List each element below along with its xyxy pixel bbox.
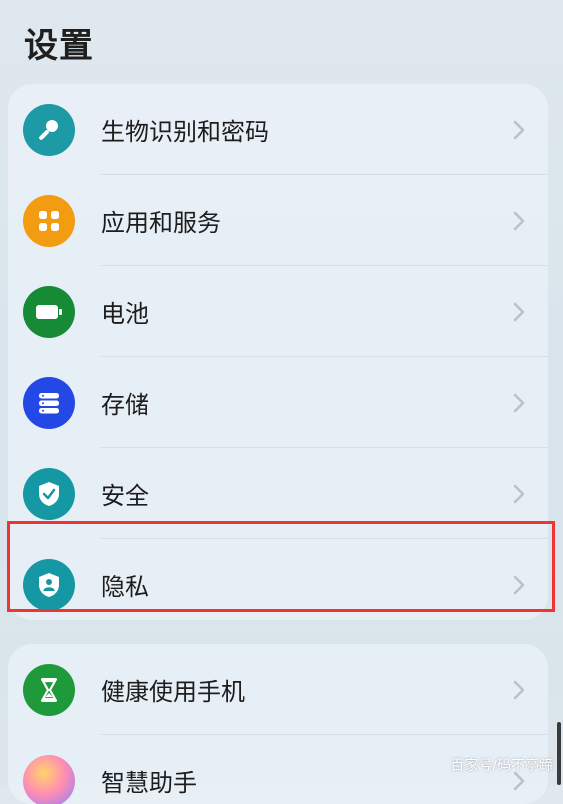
shield-check-icon (23, 468, 75, 520)
watermark: 百家号/码不亭蹄 (450, 755, 553, 775)
settings-item-label: 智慧助手 (101, 763, 197, 798)
settings-item-label: 生物识别和密码 (101, 112, 269, 147)
hourglass-icon (23, 664, 75, 716)
storage-icon (23, 377, 75, 429)
privacy-shield-icon (23, 559, 75, 611)
apps-icon (23, 195, 75, 247)
settings-item-label: 健康使用手机 (101, 672, 245, 707)
chevron-right-icon (512, 301, 526, 323)
settings-card-2: 健康使用手机 智慧助手 (8, 644, 548, 804)
chevron-right-icon (512, 483, 526, 505)
settings-item-digital-balance[interactable]: 健康使用手机 (8, 644, 548, 735)
settings-item-privacy[interactable]: 隐私 (8, 539, 548, 620)
settings-card-1: 生物识别和密码 应用和服务 电池 (8, 84, 548, 620)
chevron-right-icon (512, 574, 526, 596)
settings-item-apps-services[interactable]: 应用和服务 (8, 175, 548, 266)
smart-assistant-icon (23, 755, 75, 804)
settings-item-label: 电池 (101, 294, 149, 329)
chevron-right-icon (512, 119, 526, 141)
chevron-right-icon (512, 679, 526, 701)
chevron-right-icon (512, 210, 526, 232)
settings-item-label: 存储 (101, 385, 149, 420)
settings-item-storage[interactable]: 存储 (8, 357, 548, 448)
settings-item-biometrics-password[interactable]: 生物识别和密码 (8, 84, 548, 175)
battery-icon (23, 286, 75, 338)
chevron-right-icon (512, 392, 526, 414)
scrollbar[interactable] (557, 722, 561, 785)
settings-item-label: 隐私 (101, 567, 149, 602)
settings-item-battery[interactable]: 电池 (8, 266, 548, 357)
page-title: 设置 (24, 18, 94, 67)
settings-item-label: 应用和服务 (101, 203, 221, 238)
key-icon (23, 104, 75, 156)
settings-item-label: 安全 (101, 476, 149, 511)
settings-item-security[interactable]: 安全 (8, 448, 548, 539)
